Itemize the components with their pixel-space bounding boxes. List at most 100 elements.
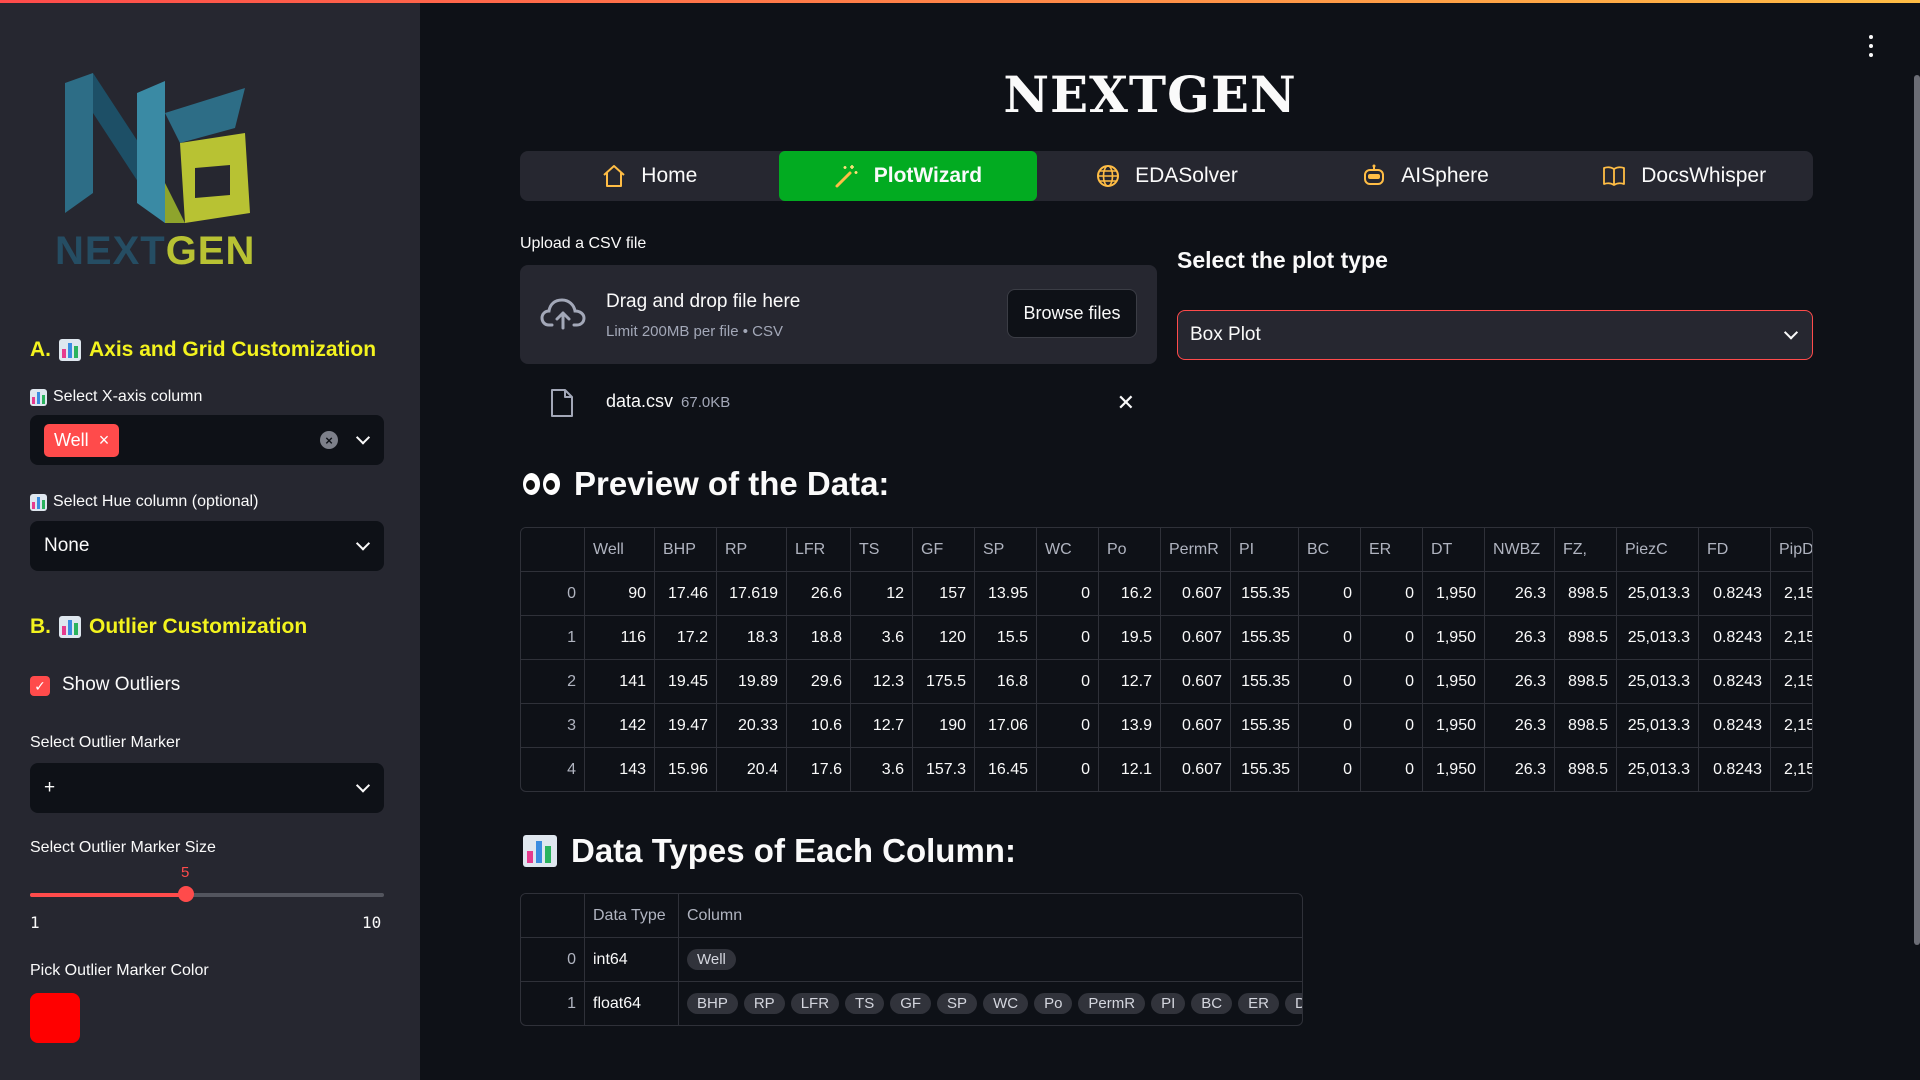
column-header[interactable]	[521, 528, 585, 572]
chevron-down-icon[interactable]	[355, 430, 371, 445]
table-cell: 26.3	[1484, 571, 1555, 616]
dropzone-limit: Limit 200MB per file • CSV	[606, 323, 783, 340]
column-header[interactable]: Column	[678, 894, 1302, 938]
outlier-marker-select[interactable]: +	[30, 763, 384, 813]
table-cell: 25,013.3	[1616, 659, 1699, 704]
show-outliers-checkbox[interactable]: ✓	[30, 676, 50, 696]
table-row[interactable]: 4 143 15.96 20.4 17.6 3.6 157.3 16.45 0 12.1 0.607…	[521, 747, 1812, 791]
globe-icon	[1095, 163, 1121, 189]
column-header[interactable]: TS	[850, 528, 913, 572]
show-outliers-label[interactable]: Show Outliers	[62, 674, 180, 696]
column-header[interactable]: ER	[1360, 528, 1423, 572]
table-cell: 26.3	[1484, 659, 1555, 704]
table-row[interactable]: 1 116 17.2 18.3 18.8 3.6 120 15.5 0 19.5 0.607 155.…	[521, 615, 1812, 660]
column-header[interactable]	[521, 894, 585, 938]
table-cell: 2,156	[1770, 703, 1812, 748]
plot-type-label: Select the plot type	[1177, 247, 1388, 273]
table-header-row: Data Type Column	[521, 894, 1302, 938]
marker-label: Select Outlier Marker	[30, 734, 181, 751]
section-a-heading: A. Axis and Grid Customization	[30, 338, 377, 361]
remove-tag-icon[interactable]: ×	[99, 430, 110, 451]
column-header[interactable]: PiezC	[1616, 528, 1699, 572]
row-index: 0	[521, 571, 585, 616]
nav-item-home[interactable]: Home	[520, 151, 779, 201]
house-icon	[601, 163, 627, 189]
column-pill: Well	[687, 949, 736, 970]
column-header[interactable]: BHP	[654, 528, 717, 572]
column-header[interactable]: LFR	[786, 528, 851, 572]
nav-item-plotwizard[interactable]: PlotWizard	[778, 151, 1038, 201]
table-cell: 155.35	[1230, 615, 1299, 660]
table-cell: 19.45	[654, 659, 717, 704]
table-cell: 13.95	[974, 571, 1037, 616]
row-index: 3	[521, 703, 585, 748]
table-row[interactable]: 2 141 19.45 19.89 29.6 12.3 175.5 16.8 0 12.7 0.60…	[521, 659, 1812, 704]
slider-handle[interactable]	[178, 886, 194, 902]
table-cell: 2,156	[1770, 747, 1812, 791]
nav-item-edasolver[interactable]: EDASolver	[1037, 151, 1296, 201]
preview-table[interactable]: Well BHP RP LFR TS GF SP WC Po PermR PI BC ER DT NWBZ F…	[520, 527, 1813, 792]
x-axis-label: Select X-axis column	[30, 388, 202, 406]
nav-item-aisphere[interactable]: AISphere	[1296, 151, 1555, 201]
table-cell: 155.35	[1230, 659, 1299, 704]
table-cell: 12.3	[850, 659, 913, 704]
table-cell: 0.607	[1160, 659, 1231, 704]
column-header[interactable]: NWBZ	[1484, 528, 1555, 572]
table-cell: 157	[912, 571, 975, 616]
column-header[interactable]: PI	[1230, 528, 1299, 572]
table-cell: 1,950	[1422, 703, 1485, 748]
column-header[interactable]: GF	[912, 528, 975, 572]
column-header[interactable]: PipDT	[1770, 528, 1812, 572]
table-cell: 18.3	[716, 615, 787, 660]
column-header[interactable]: FZ,	[1554, 528, 1617, 572]
table-cell: 190	[912, 703, 975, 748]
table-row[interactable]: 3 142 19.47 20.33 10.6 12.7 190 17.06 0 13.9 0.607…	[521, 703, 1812, 748]
table-cell: 25,013.3	[1616, 747, 1699, 791]
table-row[interactable]: 0 90 17.46 17.619 26.6 12 157 13.95 0 16.2 0.607 15…	[521, 571, 1812, 616]
column-header[interactable]: BC	[1298, 528, 1361, 572]
bar-chart-icon	[30, 493, 47, 511]
table-cell: 155.35	[1230, 703, 1299, 748]
column-header[interactable]: DT	[1422, 528, 1485, 572]
table-cell: 19.5	[1098, 615, 1161, 660]
table-cell: 0	[1360, 659, 1423, 704]
upload-label: Upload a CSV file	[520, 235, 647, 252]
hue-select[interactable]: None	[30, 521, 384, 571]
table-row[interactable]: 0 int64 Well	[521, 937, 1302, 982]
outlier-color-picker[interactable]	[30, 993, 80, 1043]
table-cell: 26.3	[1484, 747, 1555, 791]
column-header[interactable]: Well	[584, 528, 655, 572]
main-menu-icon[interactable]	[1868, 35, 1874, 57]
table-cell: 20.33	[716, 703, 787, 748]
browse-files-button[interactable]: Browse files	[1007, 289, 1137, 338]
column-header[interactable]: WC	[1036, 528, 1099, 572]
clear-selection-icon[interactable]: ×	[320, 431, 338, 449]
dtypes-table[interactable]: Data Type Column 0 int64 Well 1 float64 BHP RP L…	[520, 893, 1303, 1026]
column-header[interactable]: FD	[1698, 528, 1771, 572]
bar-chart-icon	[59, 339, 81, 361]
table-cell: 141	[584, 659, 655, 704]
table-cell: 19.47	[654, 703, 717, 748]
scrollbar[interactable]	[1914, 75, 1920, 945]
remove-file-icon[interactable]: ✕	[1117, 390, 1135, 416]
dtype-cell: float64	[584, 981, 679, 1025]
column-header[interactable]: RP	[716, 528, 787, 572]
marker-size-slider[interactable]	[30, 893, 384, 897]
nav-item-docswhisper[interactable]: DocsWhisper	[1554, 151, 1813, 201]
x-axis-multiselect[interactable]: Well × ×	[30, 415, 384, 465]
uploaded-file: data.csv 67.0KB ✕	[520, 380, 1157, 424]
column-header[interactable]: Data Type	[584, 894, 679, 938]
column-list-cell: Well	[678, 937, 1302, 982]
column-header[interactable]: SP	[974, 528, 1037, 572]
table-cell: 0.8243	[1698, 659, 1771, 704]
table-row[interactable]: 1float64BHPRPLFRTSGFSPWCPoPermRPIBCERDT	[521, 981, 1302, 1025]
plot-type-select[interactable]: Box Plot	[1177, 310, 1813, 360]
column-header[interactable]: PermR	[1160, 528, 1231, 572]
file-dropzone[interactable]: Drag and drop file here Limit 200MB per …	[520, 265, 1157, 364]
marker-size-label: Select Outlier Marker Size	[30, 839, 216, 856]
column-header[interactable]: Po	[1098, 528, 1161, 572]
table-cell: 155.35	[1230, 747, 1299, 791]
table-cell: 0	[1298, 571, 1361, 616]
table-cell: 0	[1298, 659, 1361, 704]
table-cell: 12.7	[850, 703, 913, 748]
